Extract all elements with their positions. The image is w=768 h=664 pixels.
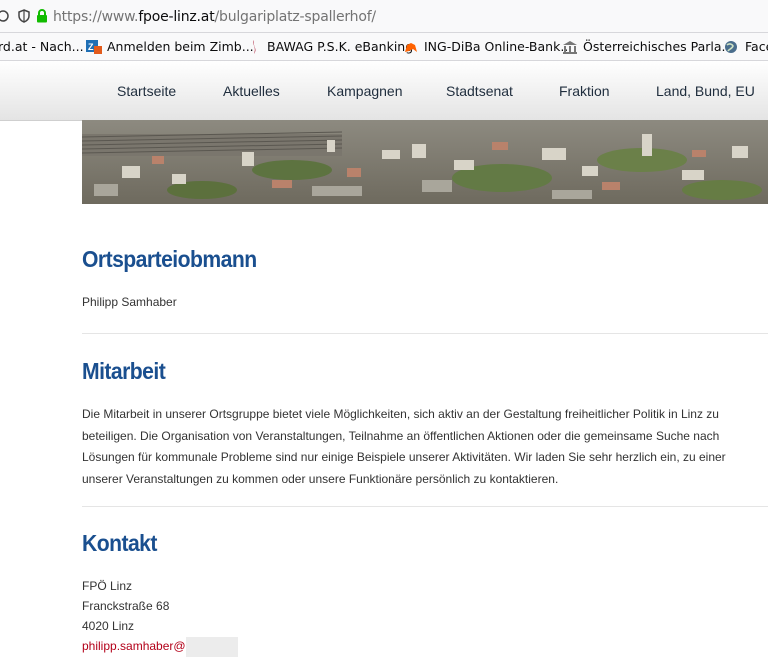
section-divider bbox=[82, 506, 768, 507]
address-bar-icons bbox=[0, 8, 48, 24]
contact-street: Franckstraße 68 bbox=[82, 599, 170, 613]
bookmark-item[interactable]: Österreichisches Parla... bbox=[562, 39, 733, 54]
ing-lion-icon bbox=[405, 42, 417, 52]
redacted-region bbox=[185, 636, 238, 657]
heading-kontakt: Kontakt bbox=[82, 530, 157, 556]
bookmark-label: ING-DiBa Online-Bank... bbox=[424, 39, 573, 54]
contact-city: 4020 Linz bbox=[82, 619, 135, 633]
bookmark-item[interactable]: Face bbox=[724, 39, 768, 54]
url-text[interactable]: https://www.fpoe-linz.at/bulgariplatz-sp… bbox=[53, 9, 376, 25]
bookmark-item[interactable]: ING-DiBa Online-Bank... bbox=[403, 39, 572, 54]
svg-text:Z: Z bbox=[88, 42, 94, 52]
hero-image-city-aerial bbox=[82, 120, 768, 204]
url-host: fpoe-linz.at bbox=[138, 9, 215, 25]
bookmark-item[interactable]: BAWAG P.S.K. eBanking bbox=[246, 39, 413, 54]
nav-item-startseite[interactable]: Startseite bbox=[117, 83, 176, 99]
section-divider bbox=[82, 333, 768, 334]
nav-item-fraktion[interactable]: Fraktion bbox=[559, 83, 610, 99]
address-bar[interactable]: https://www.fpoe-linz.at/bulgariplatz-sp… bbox=[0, 0, 768, 33]
bookmark-label: Face bbox=[745, 39, 768, 54]
bookmark-label: BAWAG P.S.K. eBanking bbox=[267, 39, 414, 54]
main-navigation: Startseite Aktuelles Kampagnen Stadtsena… bbox=[0, 61, 768, 121]
nav-item-aktuelles[interactable]: Aktuelles bbox=[223, 83, 280, 99]
bookmark-label: Österreichisches Parla... bbox=[583, 39, 734, 54]
contact-email-link[interactable]: philipp.samhaber@ bbox=[82, 639, 186, 653]
url-path: /bulgariplatz-spallerhof/ bbox=[214, 9, 376, 25]
bookmark-label: rd.at - Nach... bbox=[0, 39, 84, 54]
bookmark-item[interactable]: rd.at - Nach... bbox=[0, 39, 84, 54]
participation-paragraph: Die Mitarbeit in unserer Ortsgruppe biet… bbox=[82, 404, 726, 490]
chairman-name: Philipp Samhaber bbox=[82, 295, 177, 309]
globe-icon bbox=[725, 40, 737, 53]
url-prefix: https://www. bbox=[53, 9, 139, 25]
info-icon[interactable] bbox=[0, 9, 12, 23]
heading-mitarbeit: Mitarbeit bbox=[82, 358, 166, 384]
bookmark-item[interactable]: Z Anmelden beim Zimb... bbox=[86, 39, 254, 54]
paragraph-line: Lösungen für kommunale Probleme sind nur… bbox=[82, 450, 726, 464]
paragraph-line: beteiligen. Die Organisation von Veranst… bbox=[82, 428, 720, 443]
nav-item-kampagnen[interactable]: Kampagnen bbox=[327, 83, 403, 99]
nav-item-stadtsenat[interactable]: Stadtsenat bbox=[446, 83, 513, 99]
bookmark-label: Anmelden beim Zimb... bbox=[107, 39, 254, 54]
bookmarks-bar: rd.at - Nach... Z Anmelden beim Zimb... … bbox=[0, 33, 768, 61]
paragraph-line: Die Mitarbeit in unserer Ortsgruppe biet… bbox=[82, 407, 719, 421]
lock-icon[interactable] bbox=[36, 9, 48, 23]
contact-email-row: philipp.samhaber@ bbox=[82, 636, 238, 657]
heading-ortsparteiobmann: Ortsparteiobmann bbox=[82, 246, 257, 272]
contact-org: FPÖ Linz bbox=[82, 579, 133, 593]
nav-item-land-bund-eu[interactable]: Land, Bund, EU bbox=[656, 83, 755, 99]
bawag-icon bbox=[253, 39, 256, 54]
parliament-icon bbox=[563, 40, 577, 54]
paragraph-line: unserer Veranstaltungen zu kommen oder u… bbox=[82, 471, 559, 486]
zimbra-icon: Z bbox=[86, 39, 102, 54]
contact-details: FPÖ Linz Franckstraße 68 4020 Linz phili… bbox=[82, 576, 238, 657]
shield-icon[interactable] bbox=[18, 9, 30, 23]
